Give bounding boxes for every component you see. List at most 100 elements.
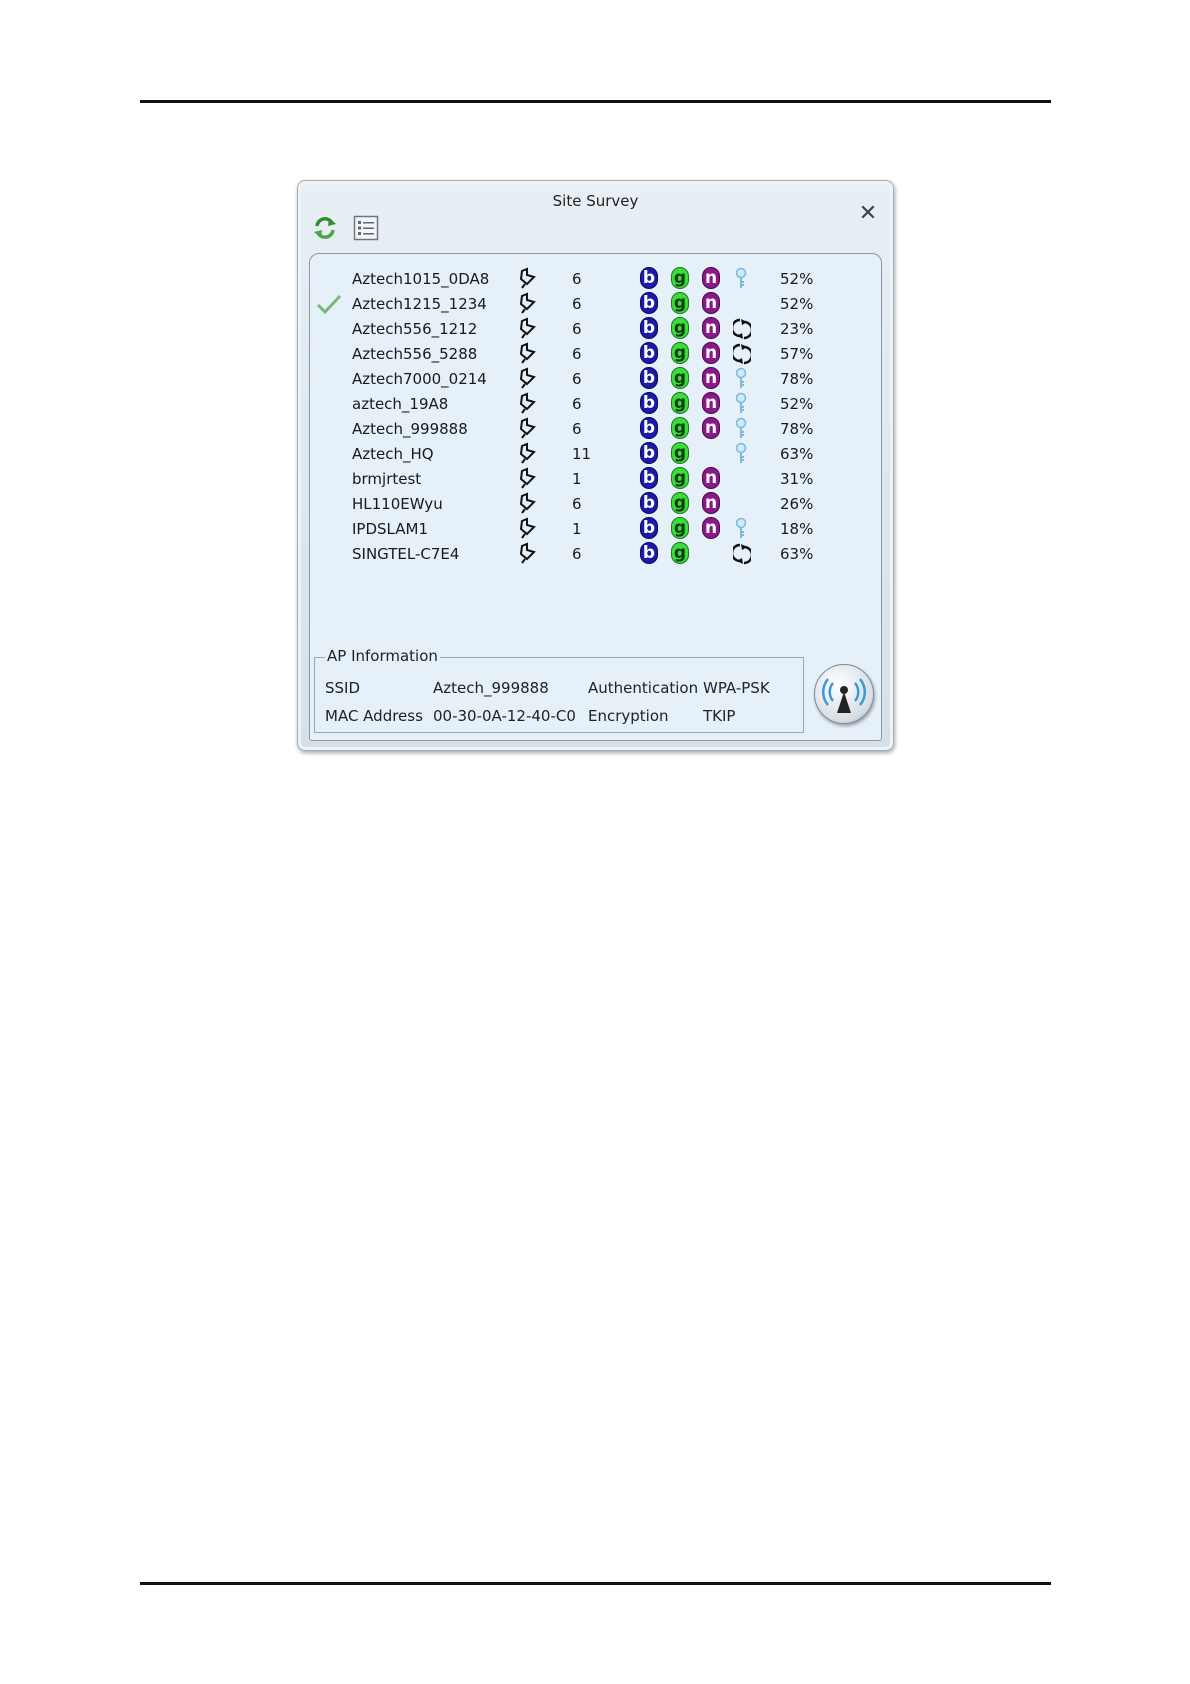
network-channel: 1 — [572, 470, 582, 488]
mode-g-badge: g — [671, 317, 689, 339]
ap-information-label: AP Information — [325, 647, 440, 665]
mode-b-badge: b — [640, 392, 658, 414]
authentication-label: Authentication — [588, 679, 699, 697]
page-top-rule — [140, 100, 1051, 103]
page-bottom-rule — [140, 1582, 1051, 1585]
connect-button[interactable] — [814, 664, 874, 724]
network-row[interactable]: Aztech_999888 6 b g n 78% — [310, 416, 881, 441]
mode-g-badge: g — [671, 517, 689, 539]
mode-b-badge: b — [640, 492, 658, 514]
mode-b-badge: b — [640, 442, 658, 464]
mode-n-badge: n — [702, 317, 720, 339]
network-row[interactable]: Aztech556_1212 6 b g n 23% — [310, 316, 881, 341]
network-row[interactable]: IPDSLAM1 1 b g n 18% — [310, 516, 881, 541]
mode-n-badge: n — [702, 267, 720, 289]
network-signal: 78% — [780, 420, 814, 438]
mode-n-badge: n — [702, 517, 720, 539]
network-signal: 63% — [780, 545, 814, 563]
infrastructure-icon — [519, 417, 536, 439]
mode-n-badge: n — [702, 417, 720, 439]
network-row[interactable]: Aztech556_5288 6 b g n 57% — [310, 341, 881, 366]
list-view-icon[interactable] — [353, 215, 379, 241]
network-channel: 1 — [572, 520, 582, 538]
network-channel: 11 — [572, 445, 592, 463]
network-signal: 31% — [780, 470, 814, 488]
mode-g-badge: g — [671, 392, 689, 414]
network-ssid: Aztech556_5288 — [352, 345, 478, 363]
mode-g-badge: g — [671, 417, 689, 439]
network-signal: 23% — [780, 320, 814, 338]
mode-b-badge: b — [640, 342, 658, 364]
wpa-arrows-icon — [730, 543, 754, 565]
infrastructure-icon — [519, 367, 536, 389]
network-channel: 6 — [572, 320, 582, 338]
key-icon — [735, 442, 747, 463]
network-ssid: Aztech1215_1234 — [352, 295, 487, 313]
network-ssid: IPDSLAM1 — [352, 520, 428, 538]
network-signal: 18% — [780, 520, 814, 538]
close-icon[interactable]: ✕ — [857, 203, 879, 225]
network-row[interactable]: SINGTEL-C7E4 6 b g 63% — [310, 541, 881, 566]
network-ssid: Aztech_HQ — [352, 445, 434, 463]
network-channel: 6 — [572, 345, 582, 363]
mode-b-badge: b — [640, 417, 658, 439]
network-ssid: Aztech7000_0214 — [352, 370, 487, 388]
network-ssid: Aztech_999888 — [352, 420, 468, 438]
network-channel: 6 — [572, 370, 582, 388]
key-icon — [735, 517, 747, 538]
mac-address-label: MAC Address — [325, 707, 423, 725]
network-row[interactable]: Aztech1215_1234 6 b g n 52% — [310, 291, 881, 316]
network-ssid: brmjrtest — [352, 470, 422, 488]
mode-g-badge: g — [671, 342, 689, 364]
infrastructure-icon — [519, 342, 536, 364]
wireless-antenna-icon — [821, 678, 867, 713]
network-ssid: Aztech1015_0DA8 — [352, 270, 490, 288]
network-ssid: SINGTEL-C7E4 — [352, 545, 460, 563]
network-channel: 6 — [572, 270, 582, 288]
network-row[interactable]: Aztech_HQ 11 b g 63% — [310, 441, 881, 466]
mode-g-badge: g — [671, 467, 689, 489]
network-row[interactable]: Aztech7000_0214 6 b g n 78% — [310, 366, 881, 391]
network-signal: 52% — [780, 395, 814, 413]
encryption-value: TKIP — [703, 707, 736, 725]
mode-n-badge: n — [702, 467, 720, 489]
wpa-arrows-icon — [730, 318, 754, 340]
network-ssid: aztech_19A8 — [352, 395, 449, 413]
network-signal: 63% — [780, 445, 814, 463]
key-icon — [735, 367, 747, 388]
network-row[interactable]: Aztech1015_0DA8 6 b g n 52% — [310, 266, 881, 291]
mode-g-badge: g — [671, 442, 689, 464]
network-row[interactable]: brmjrtest 1 b g n 31% — [310, 466, 881, 491]
network-row[interactable]: HL110EWyu 6 b g n 26% — [310, 491, 881, 516]
key-icon — [735, 392, 747, 413]
ssid-value: Aztech_999888 — [433, 679, 549, 697]
mac-address-value: 00-30-0A-12-40-C0 — [433, 707, 576, 725]
ap-information-group: AP Information SSID Aztech_999888 Authen… — [314, 647, 804, 733]
ssid-label: SSID — [325, 679, 361, 697]
mode-n-badge: n — [702, 342, 720, 364]
infrastructure-icon — [519, 292, 536, 314]
key-icon — [735, 267, 747, 288]
mode-b-badge: b — [640, 467, 658, 489]
network-list-panel: Aztech1015_0DA8 6 b g n 52% Aztech1215_1234 6 b g… — [309, 253, 882, 741]
infrastructure-icon — [519, 492, 536, 514]
infrastructure-icon — [519, 442, 536, 464]
encryption-label: Encryption — [588, 707, 669, 725]
network-row[interactable]: aztech_19A8 6 b g n 52% — [310, 391, 881, 416]
refresh-icon[interactable] — [312, 215, 338, 241]
authentication-value: WPA-PSK — [703, 679, 770, 697]
network-signal: 52% — [780, 270, 814, 288]
mode-b-badge: b — [640, 517, 658, 539]
infrastructure-icon — [519, 467, 536, 489]
window-title: Site Survey — [552, 192, 639, 210]
infrastructure-icon — [519, 517, 536, 539]
mode-n-badge: n — [702, 492, 720, 514]
mode-b-badge: b — [640, 367, 658, 389]
network-signal: 57% — [780, 345, 814, 363]
mode-n-badge: n — [702, 392, 720, 414]
site-survey-window: Site Survey ✕ Aztech1015_0DA8 6 b g n 52% Azte… — [297, 180, 894, 751]
mode-g-badge: g — [671, 492, 689, 514]
network-ssid: Aztech556_1212 — [352, 320, 478, 338]
infrastructure-icon — [519, 317, 536, 339]
mode-b-badge: b — [640, 292, 658, 314]
